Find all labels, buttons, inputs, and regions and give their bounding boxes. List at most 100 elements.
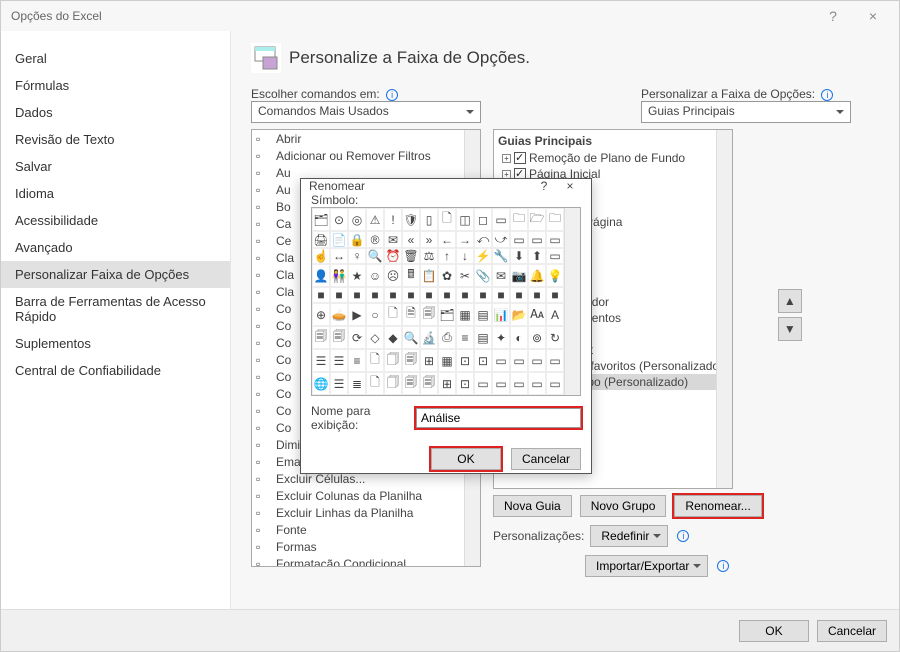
sidebar-item[interactable]: Dados: [1, 99, 230, 126]
info-icon[interactable]: i: [717, 560, 729, 572]
symbol-cell[interactable]: ▭: [510, 372, 528, 395]
symbol-cell[interactable]: ⎙: [438, 326, 456, 349]
symbol-cell[interactable]: ▭: [528, 372, 546, 395]
symbol-cell[interactable]: 🗛: [528, 303, 546, 326]
new-group-button[interactable]: Novo Grupo: [580, 495, 667, 517]
symbol-cell[interactable]: ✉: [492, 264, 510, 287]
symbol-cell[interactable]: 🔒: [348, 231, 366, 248]
sidebar-item[interactable]: Acessibilidade: [1, 207, 230, 234]
symbol-cell[interactable]: 🔔: [528, 264, 546, 287]
info-icon[interactable]: i: [821, 89, 833, 101]
symbol-cell[interactable]: ■: [510, 287, 528, 303]
cancel-button[interactable]: Cancelar: [817, 620, 887, 642]
symbol-cell[interactable]: ⊚: [528, 326, 546, 349]
symbol-cell[interactable]: 🗋: [366, 372, 384, 395]
symbol-cell[interactable]: ↻: [546, 326, 564, 349]
symbol-cell[interactable]: ◇: [366, 326, 384, 349]
symbol-cell[interactable]: 🗁: [528, 208, 546, 231]
symbol-cell[interactable]: 📷: [510, 264, 528, 287]
symbol-cell[interactable]: ⊡: [456, 372, 474, 395]
command-list-item[interactable]: ▫Excluir Linhas da Planilha: [252, 504, 480, 521]
symbol-cell[interactable]: ▶: [348, 303, 366, 326]
symbol-cell[interactable]: 🗐: [420, 372, 438, 395]
symbol-cell[interactable]: ✂: [456, 264, 474, 287]
symbol-cell[interactable]: 🗐: [402, 349, 420, 372]
sidebar-item[interactable]: Salvar: [1, 153, 230, 180]
symbol-cell[interactable]: ☹: [384, 264, 402, 287]
move-up-button[interactable]: ▲: [778, 289, 802, 313]
symbol-cell[interactable]: ⊕: [312, 303, 330, 326]
command-list-item[interactable]: ▫Adicionar ou Remover Filtros: [252, 147, 480, 164]
symbol-cell[interactable]: ▭: [510, 231, 528, 248]
symbol-cell[interactable]: 🗋: [384, 303, 402, 326]
new-tab-button[interactable]: Nova Guia: [493, 495, 572, 517]
tree-item[interactable]: +Remoção de Plano de Fundo: [496, 150, 730, 166]
expand-toggle[interactable]: +: [502, 154, 511, 163]
symbol-cell[interactable]: ▤: [474, 303, 492, 326]
symbol-cell[interactable]: ←: [438, 231, 456, 248]
symbol-cell[interactable]: 💡: [546, 264, 564, 287]
move-down-button[interactable]: ▼: [778, 317, 802, 341]
symbol-cell[interactable]: 🗂: [438, 303, 456, 326]
symbol-cell[interactable]: ■: [348, 287, 366, 303]
symbol-cell[interactable]: 🖨: [312, 231, 330, 248]
choose-commands-dropdown[interactable]: Comandos Mais Usados: [251, 101, 481, 123]
symbol-cell[interactable]: ★: [348, 264, 366, 287]
symbol-cell[interactable]: ⚖: [420, 248, 438, 264]
symbol-cell[interactable]: ■: [420, 287, 438, 303]
symbol-cell[interactable]: ■: [492, 287, 510, 303]
symbol-cell[interactable]: ⏰: [384, 248, 402, 264]
symbol-cell[interactable]: 🗍: [384, 349, 402, 372]
dialog-help-button[interactable]: ?: [531, 179, 557, 193]
symbol-cell[interactable]: ↓: [456, 248, 474, 264]
sidebar-item[interactable]: Fórmulas: [1, 72, 230, 99]
checkbox[interactable]: [514, 152, 526, 164]
symbol-cell[interactable]: ▭: [546, 349, 564, 372]
symbol-cell[interactable]: ⊞: [420, 349, 438, 372]
symbol-cell[interactable]: 🌐: [312, 372, 330, 395]
scrollbar[interactable]: [564, 208, 580, 395]
symbol-cell[interactable]: ■: [474, 287, 492, 303]
symbol-cell[interactable]: ✉: [384, 231, 402, 248]
symbol-cell[interactable]: ▭: [474, 372, 492, 395]
symbol-cell[interactable]: 📊: [492, 303, 510, 326]
symbol-cell[interactable]: 🗂: [312, 208, 330, 231]
symbol-cell[interactable]: ▦: [438, 349, 456, 372]
symbol-cell[interactable]: ◫: [456, 208, 474, 231]
symbol-cell[interactable]: A: [546, 303, 564, 326]
symbol-cell[interactable]: 🗀: [510, 208, 528, 231]
symbol-cell[interactable]: ■: [528, 287, 546, 303]
symbol-cell[interactable]: ⟳: [348, 326, 366, 349]
symbol-cell[interactable]: 👫: [330, 264, 348, 287]
symbol-cell[interactable]: ■: [438, 287, 456, 303]
command-list-item[interactable]: ▫Excluir Colunas da Planilha: [252, 487, 480, 504]
info-icon[interactable]: i: [677, 530, 689, 542]
symbol-cell[interactable]: 🛡: [402, 208, 420, 231]
info-icon[interactable]: i: [386, 89, 398, 101]
symbol-cell[interactable]: ▭: [546, 372, 564, 395]
symbol-cell[interactable]: 🗎: [402, 303, 420, 326]
dialog-ok-button[interactable]: OK: [431, 448, 501, 470]
symbol-cell[interactable]: 🔍: [366, 248, 384, 264]
symbol-cell[interactable]: 🗑: [402, 248, 420, 264]
sidebar-item[interactable]: Idioma: [1, 180, 230, 207]
customize-ribbon-dropdown[interactable]: Guias Principais: [641, 101, 851, 123]
symbol-cell[interactable]: ⚠: [366, 208, 384, 231]
command-list-item[interactable]: ▫Fonte: [252, 521, 480, 538]
symbol-cell[interactable]: ▭: [546, 248, 564, 264]
scrollbar[interactable]: [716, 130, 732, 488]
symbol-cell[interactable]: 🗐: [420, 303, 438, 326]
symbol-cell[interactable]: ▭: [492, 208, 510, 231]
symbol-cell[interactable]: ⬆: [528, 248, 546, 264]
symbol-cell[interactable]: ◆: [384, 326, 402, 349]
symbol-cell[interactable]: ≡: [348, 349, 366, 372]
ok-button[interactable]: OK: [739, 620, 809, 642]
symbol-cell[interactable]: »: [420, 231, 438, 248]
symbol-cell[interactable]: 📂: [510, 303, 528, 326]
rename-button[interactable]: Renomear...: [674, 495, 761, 517]
symbol-cell[interactable]: ✦: [492, 326, 510, 349]
sidebar-item[interactable]: Suplementos: [1, 330, 230, 357]
symbol-cell[interactable]: ⊞: [438, 372, 456, 395]
symbol-cell[interactable]: 🗐: [330, 326, 348, 349]
symbol-cell[interactable]: 🗀: [546, 208, 564, 231]
